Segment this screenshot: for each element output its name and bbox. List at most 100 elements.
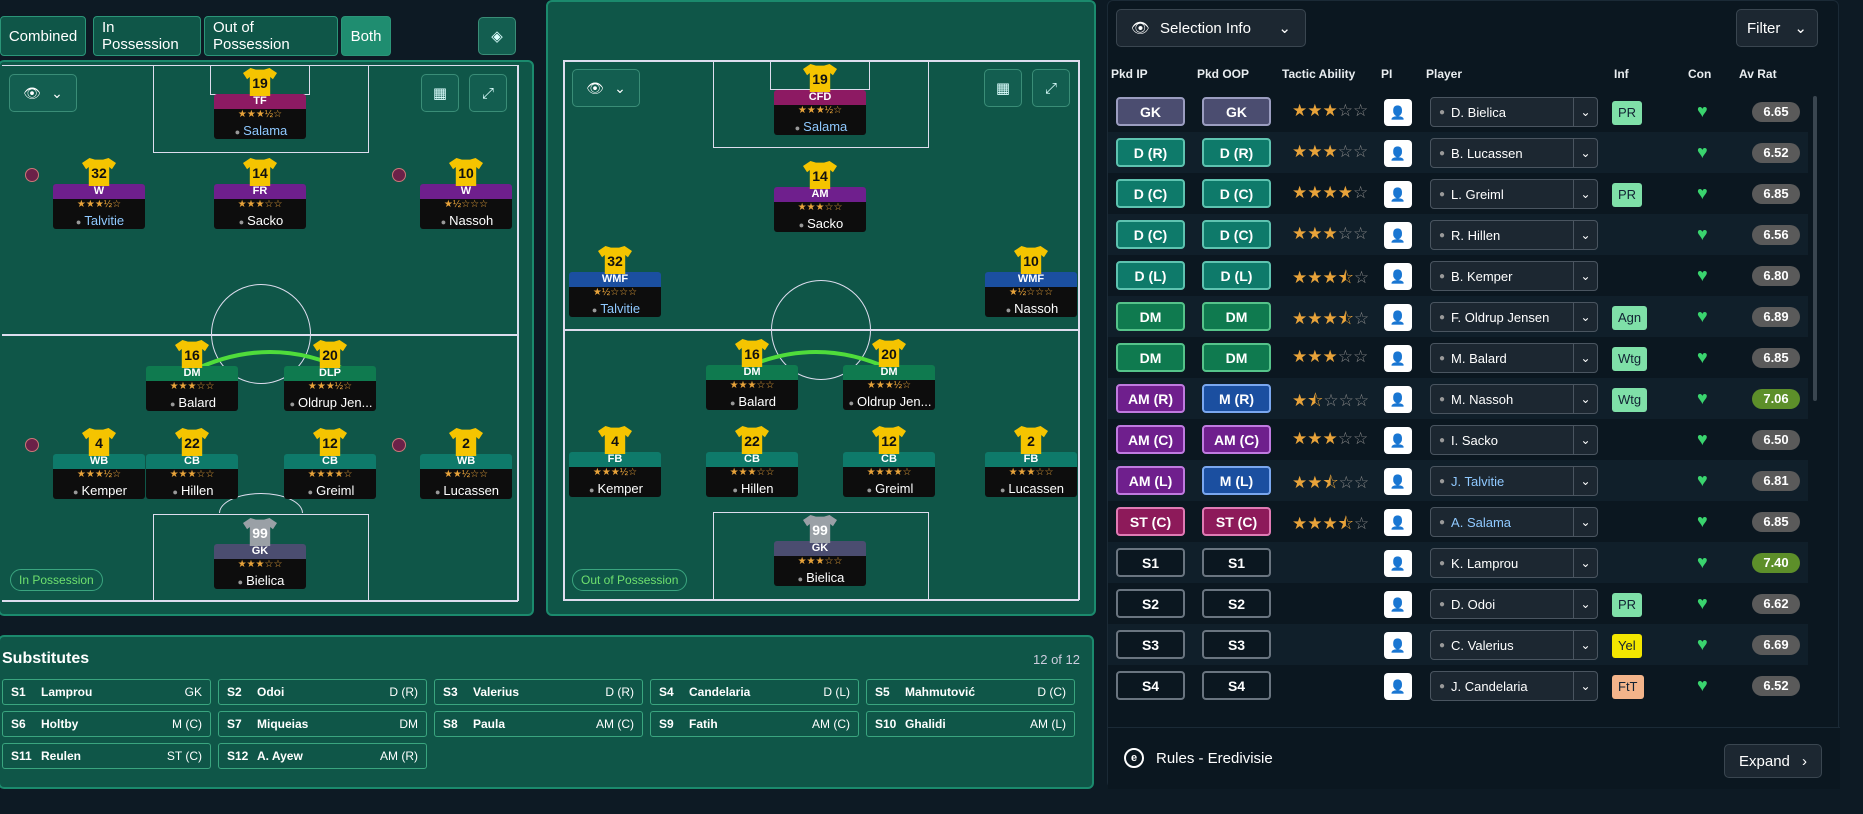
pkd-ip-button[interactable]: S2 xyxy=(1116,589,1185,618)
ip-player-card[interactable]: 19 TF ★★★½☆ ● Salama xyxy=(214,68,306,139)
tab-in-possession[interactable]: In Possession xyxy=(93,16,201,56)
table-row[interactable]: D (C) D (C) ★★★☆☆ 👤 ● R. Hillen ⌄ ♥ 6.56 xyxy=(1108,214,1808,255)
expand-pitch-icon[interactable]: ⤢ xyxy=(469,74,507,112)
pkd-oop-button[interactable]: S3 xyxy=(1202,630,1271,659)
person-icon[interactable]: 👤 xyxy=(1384,140,1412,167)
substitute-slot[interactable]: S12 A. Ayew AM (R) xyxy=(218,743,427,769)
pkd-oop-button[interactable]: M (L) xyxy=(1202,466,1271,495)
table-row[interactable]: S4 S4 👤 ● J. Candelaria ⌄ FtT ♥ 6.52 xyxy=(1108,665,1808,706)
player-select[interactable]: ● B. Lucassen ⌄ xyxy=(1430,138,1598,168)
pkd-oop-button[interactable]: S2 xyxy=(1202,589,1271,618)
oop-player-card[interactable]: 14 AM ★★★☆☆ ● Sacko xyxy=(774,161,866,232)
person-icon[interactable]: 👤 xyxy=(1384,427,1412,454)
person-icon[interactable]: 👤 xyxy=(1384,468,1412,495)
header-tactic-ability[interactable]: Tactic Ability xyxy=(1282,67,1355,81)
person-icon[interactable]: 👤 xyxy=(1384,181,1412,208)
substitute-slot[interactable]: S5 Mahmutović D (C) xyxy=(866,679,1075,705)
chevron-down-icon[interactable]: ⌄ xyxy=(1573,549,1597,577)
pkd-ip-button[interactable]: DM xyxy=(1116,343,1185,372)
table-row[interactable]: DM DM ★★★☆☆ 👤 ● M. Balard ⌄ Wtg ♥ 6.85 xyxy=(1108,337,1808,378)
oop-player-card[interactable]: 99 GK ★★★☆☆ ● Bielica xyxy=(774,515,866,586)
table-row[interactable]: AM (L) M (L) ★★⯪☆☆ 👤 ● J. Talvitie ⌄ ♥ 6.8… xyxy=(1108,460,1808,501)
pkd-ip-button[interactable]: D (C) xyxy=(1116,220,1185,249)
chevron-down-icon[interactable]: ⌄ xyxy=(1573,672,1597,700)
player-select[interactable]: ● M. Balard ⌄ xyxy=(1430,343,1598,373)
person-icon[interactable]: 👤 xyxy=(1384,222,1412,249)
table-row[interactable]: S3 S3 👤 ● C. Valerius ⌄ Yel ♥ 6.69 xyxy=(1108,624,1808,665)
substitute-slot[interactable]: S7 Miqueias DM xyxy=(218,711,427,737)
substitute-slot[interactable]: S1 Lamprou GK xyxy=(2,679,211,705)
oop-player-card[interactable]: 16 DM ★★★☆☆ ● Balard xyxy=(706,339,798,410)
oop-player-card[interactable]: 2 FB ★★★☆☆ ● Lucassen xyxy=(985,426,1077,497)
header-av-rat[interactable]: Av Rat xyxy=(1739,67,1777,81)
substitute-slot[interactable]: S4 Candelaria D (L) xyxy=(650,679,859,705)
pkd-ip-button[interactable]: AM (R) xyxy=(1116,384,1185,413)
tab-out-of-possession[interactable]: Out of Possession xyxy=(204,16,338,56)
chevron-down-icon[interactable]: ⌄ xyxy=(1573,508,1597,536)
person-icon[interactable]: 👤 xyxy=(1384,632,1412,659)
tab-combined[interactable]: Combined xyxy=(0,16,86,56)
pkd-ip-button[interactable]: AM (C) xyxy=(1116,425,1185,454)
person-icon[interactable]: 👤 xyxy=(1384,99,1412,126)
chevron-down-icon[interactable]: ⌄ xyxy=(1573,631,1597,659)
chevron-down-icon[interactable]: ⌄ xyxy=(1573,98,1597,126)
oop-player-card[interactable]: 32 WMF ★½☆☆☆ ● Talvitie xyxy=(569,246,661,317)
person-icon[interactable]: 👤 xyxy=(1384,304,1412,331)
ip-player-card[interactable]: 4 WB ★★★½☆ ● Kemper xyxy=(53,428,145,499)
pkd-oop-button[interactable]: AM (C) xyxy=(1202,425,1271,454)
substitute-slot[interactable]: S9 Fatih AM (C) xyxy=(650,711,859,737)
chevron-down-icon[interactable]: ⌄ xyxy=(1573,303,1597,331)
player-name[interactable]: Salama xyxy=(243,123,287,138)
player-select[interactable]: ● D. Odoi ⌄ xyxy=(1430,589,1598,619)
person-icon[interactable]: 👤 xyxy=(1384,345,1412,372)
ip-player-card[interactable]: 10 W ★½☆☆☆ ● Nassoh xyxy=(420,158,512,229)
expand-pitch-icon[interactable]: ⤢ xyxy=(1032,69,1070,107)
pkd-ip-button[interactable]: DM xyxy=(1116,302,1185,331)
ip-player-card[interactable]: 16 DM ★★★☆☆ ● Balard xyxy=(146,340,238,411)
chevron-down-icon[interactable]: ⌄ xyxy=(1573,262,1597,290)
pkd-ip-button[interactable]: ST (C) xyxy=(1116,507,1185,536)
pkd-ip-button[interactable]: GK xyxy=(1116,97,1185,126)
chevron-down-icon[interactable]: ⌄ xyxy=(1573,344,1597,372)
pkd-ip-button[interactable]: D (C) xyxy=(1116,179,1185,208)
chevron-down-icon[interactable]: ⌄ xyxy=(1573,180,1597,208)
table-row[interactable]: DM DM ★★★⯪☆ 👤 ● F. Oldrup Jensen ⌄ Agn ♥ 6… xyxy=(1108,296,1808,337)
ip-player-card[interactable]: 32 W ★★★½☆ ● Talvitie xyxy=(53,158,145,229)
person-icon[interactable]: 👤 xyxy=(1384,673,1412,700)
player-select[interactable]: ● M. Nassoh ⌄ xyxy=(1430,384,1598,414)
oop-player-card[interactable]: 4 FB ★★★½☆ ● Kemper xyxy=(569,426,661,497)
pkd-ip-button[interactable]: S3 xyxy=(1116,630,1185,659)
pkd-oop-button[interactable]: ST (C) xyxy=(1202,507,1271,536)
player-select[interactable]: ● D. Bielica ⌄ xyxy=(1430,97,1598,127)
player-select[interactable]: ● J. Candelaria ⌄ xyxy=(1430,671,1598,701)
player-select[interactable]: ● I. Sacko ⌄ xyxy=(1430,425,1598,455)
header-inf[interactable]: Inf xyxy=(1614,67,1629,81)
pkd-ip-button[interactable]: AM (L) xyxy=(1116,466,1185,495)
substitute-slot[interactable]: S8 Paula AM (C) xyxy=(434,711,643,737)
ip-player-card[interactable]: 2 WB ★★½☆☆ ● Lucassen xyxy=(420,428,512,499)
chevron-down-icon[interactable]: ⌄ xyxy=(1573,139,1597,167)
table-row[interactable]: GK GK ★★★☆☆ 👤 ● D. Bielica ⌄ PR ♥ 6.65 xyxy=(1108,91,1808,132)
selection-info-dropdown[interactable]: 👁 Selection Info ⌄ xyxy=(1116,9,1306,47)
person-icon[interactable]: 👤 xyxy=(1384,550,1412,577)
tab-both[interactable]: Both xyxy=(341,16,391,56)
pkd-oop-button[interactable]: D (C) xyxy=(1202,220,1271,249)
substitute-slot[interactable]: S6 Holtby M (C) xyxy=(2,711,211,737)
expand-button[interactable]: Expand › xyxy=(1724,744,1822,778)
table-row[interactable]: S1 S1 👤 ● K. Lamprou ⌄ ♥ 7.40 xyxy=(1108,542,1808,583)
header-pkd-oop[interactable]: Pkd OOP xyxy=(1197,67,1249,81)
table-row[interactable]: D (C) D (C) ★★★★☆ 👤 ● L. Greiml ⌄ PR ♥ 6.8… xyxy=(1108,173,1808,214)
pkd-oop-button[interactable]: D (L) xyxy=(1202,261,1271,290)
player-select[interactable]: ● A. Salama ⌄ xyxy=(1430,507,1598,537)
visibility-toggle[interactable]: 👁 ⌄ xyxy=(9,74,77,112)
person-icon[interactable]: 👤 xyxy=(1384,263,1412,290)
ip-player-card[interactable]: 14 FR ★★★☆☆ ● Sacko xyxy=(214,158,306,229)
player-select[interactable]: ● J. Talvitie ⌄ xyxy=(1430,466,1598,496)
pkd-oop-button[interactable]: M (R) xyxy=(1202,384,1271,413)
table-row[interactable]: D (L) D (L) ★★★⯪☆ 👤 ● B. Kemper ⌄ ♥ 6.80 xyxy=(1108,255,1808,296)
chevron-down-icon[interactable]: ⌄ xyxy=(1573,467,1597,495)
pkd-ip-button[interactable]: D (L) xyxy=(1116,261,1185,290)
player-select[interactable]: ● B. Kemper ⌄ xyxy=(1430,261,1598,291)
grid-icon[interactable]: ▦ xyxy=(984,69,1022,107)
player-select[interactable]: ● F. Oldrup Jensen ⌄ xyxy=(1430,302,1598,332)
